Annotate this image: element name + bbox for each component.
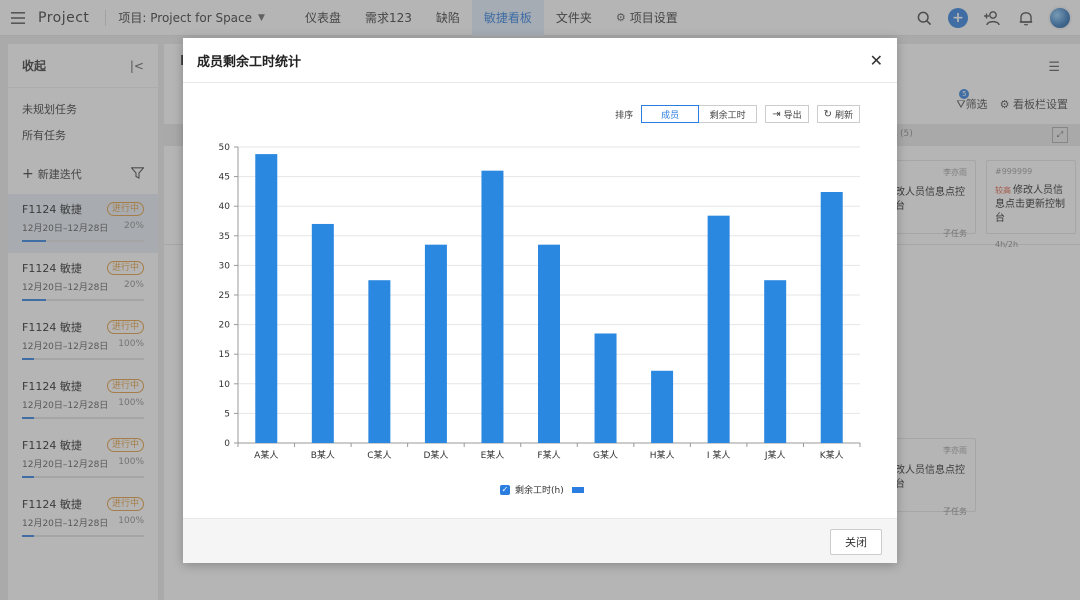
bar[interactable] [481,170,504,443]
x-tick-label: B某人 [311,450,335,461]
checkbox-checked-icon[interactable]: ✓ [500,484,510,495]
x-tick-label: G某人 [593,450,618,461]
x-tick-label: K某人 [820,450,844,461]
y-tick-label: 35 [219,232,230,242]
bar[interactable] [255,154,278,443]
x-tick-label: C某人 [367,450,391,461]
bar[interactable] [538,244,560,443]
y-tick-label: 20 [219,321,231,331]
bar[interactable] [707,215,730,443]
modal-body: 排序 成员 剩余工时 ⇥ 导出 ↻ 刷新 0 5 10 15 20 25 30 35 40 45 50 A… [183,83,897,518]
y-tick-label: 10 [219,380,231,390]
y-tick-label: 30 [219,261,231,271]
x-tick-label: F某人 [537,450,560,461]
y-tick-label: 0 [224,439,230,449]
bar[interactable] [651,370,674,443]
legend-series-label: 剩余工时(h) [515,486,564,496]
y-tick-label: 15 [219,350,230,360]
x-tick-label: D某人 [423,450,448,461]
close-button[interactable]: 关闭 [830,529,882,555]
bar[interactable] [764,280,787,443]
bar[interactable] [311,223,334,443]
x-tick-label: J某人 [764,450,786,461]
modal-header: 成员剩余工时统计 ✕ [183,38,897,83]
remaining-hours-bar-chart: 0 5 10 15 20 25 30 35 40 45 50 A某人 B某人 C某人 D某人 E某人 F某人 G某… [219,143,861,461]
bar[interactable] [594,333,617,443]
modal-title: 成员剩余工时统计 [197,54,302,70]
y-tick-label: 45 [219,173,230,183]
member-hours-modal: 成员剩余工时统计 ✕ 排序 成员 剩余工时 ⇥ 导出 ↻ 刷新 0 5 10 15 20 25… [183,38,897,563]
bar[interactable] [424,244,447,443]
modal-footer: 关闭 [183,518,897,563]
y-tick-label: 5 [224,409,230,419]
y-tick-label: 25 [219,291,230,301]
x-tick-label: I 某人 [707,450,731,461]
y-tick-label: 40 [219,202,231,212]
chart-legend[interactable]: ✓ 剩余工时(h) [500,483,584,496]
y-tick-label: 50 [219,143,231,153]
bar[interactable] [820,191,843,443]
close-icon[interactable]: ✕ [870,51,883,70]
x-tick-label: H某人 [650,450,675,461]
x-tick-label: E某人 [481,450,505,461]
x-tick-label: A某人 [254,450,278,461]
legend-swatch [571,486,584,493]
bar[interactable] [368,280,391,443]
